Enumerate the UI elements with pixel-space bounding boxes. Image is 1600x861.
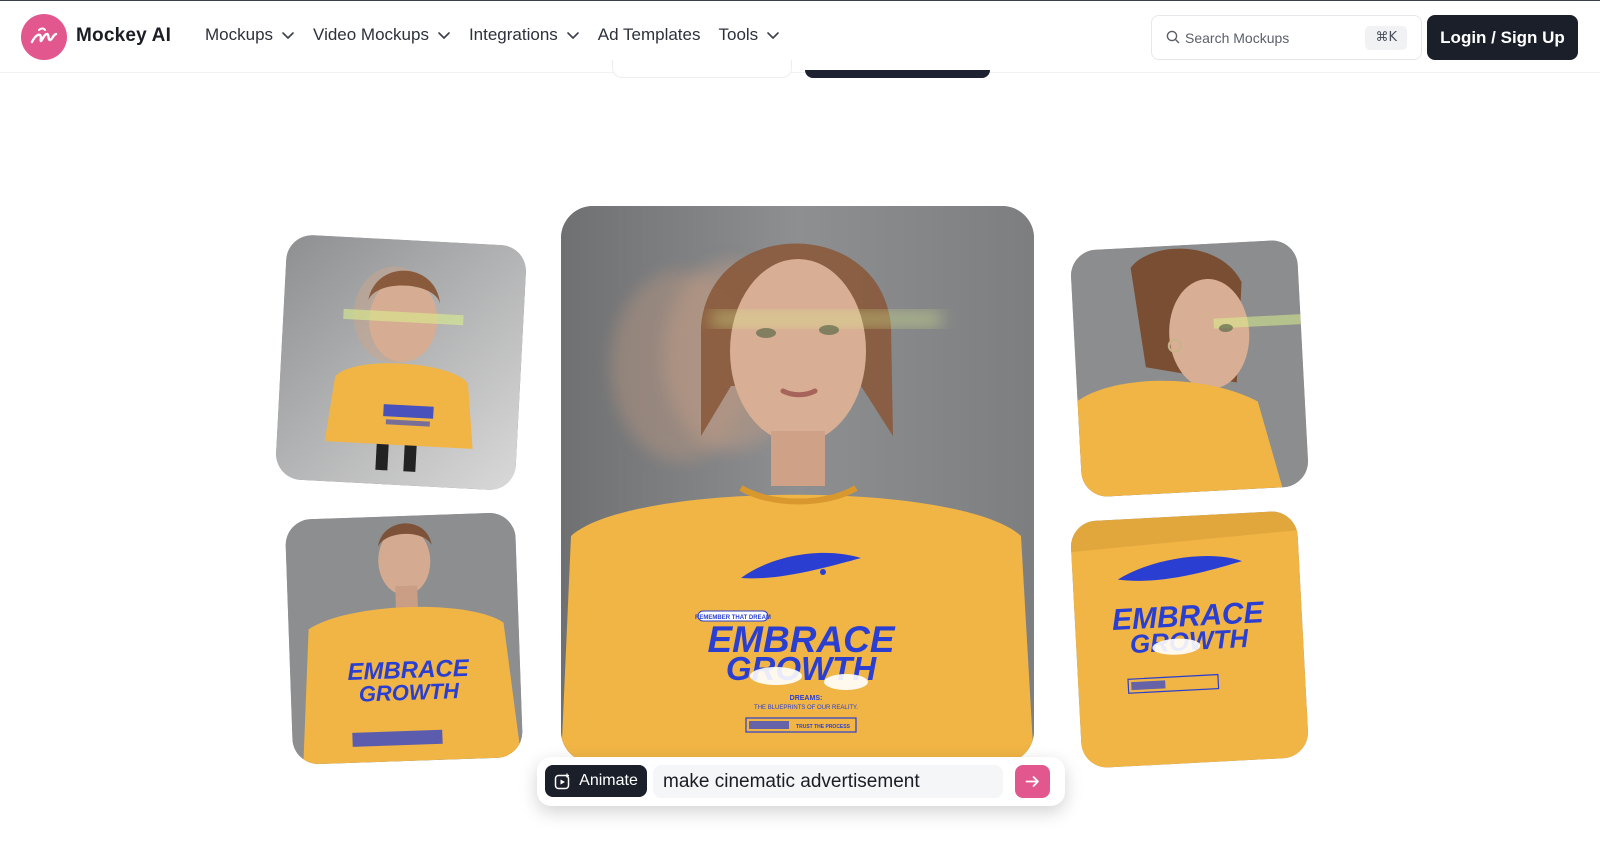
main-nav: Mockups Video Mockups Integrations Ad Te… [205, 25, 798, 45]
shirt-print-line2: GROWTH [358, 678, 460, 707]
nav-tools-label: Tools [718, 25, 759, 44]
search-icon [1166, 30, 1180, 44]
send-prompt-button[interactable] [1015, 765, 1050, 798]
shirt-print-badge: TRUST THE PROCESS [796, 724, 851, 730]
mockup-photo-top-right[interactable] [1069, 239, 1310, 498]
search-shortcut-badge: ⌘K [1365, 26, 1407, 50]
animate-icon [554, 772, 571, 790]
nav-video-mockups[interactable]: Video Mockups [313, 25, 451, 45]
animate-prompt-input[interactable] [653, 765, 1003, 798]
search-box[interactable]: ⌘K [1151, 15, 1422, 60]
nav-ad-templates[interactable]: Ad Templates [598, 25, 701, 45]
mockey-logo-icon[interactable] [21, 14, 67, 60]
nav-mockups-label: Mockups [205, 25, 274, 44]
arrow-right-icon [1025, 776, 1039, 787]
animate-button-label: Animate [579, 772, 638, 789]
animate-prompt-bar: Animate [537, 757, 1065, 806]
site-header: Mockey AI Mockups Video Mockups Integrat… [0, 1, 1600, 73]
brand-name[interactable]: Mockey AI [76, 25, 171, 47]
mockup-photo-bottom-right[interactable]: EMBRACE GROWTH [1069, 510, 1310, 769]
hero-secondary-button-edge[interactable] [612, 60, 792, 78]
mockup-photo-top-left[interactable] [274, 233, 528, 492]
nav-ad-templates-label: Ad Templates [597, 25, 701, 44]
shirt-print-sub1: DREAMS: [790, 695, 823, 702]
nav-integrations[interactable]: Integrations [469, 25, 580, 45]
chevron-down-icon [438, 32, 450, 39]
nav-mockups[interactable]: Mockups [205, 25, 295, 45]
mockup-photo-bottom-left[interactable]: EMBRACE GROWTH [284, 512, 524, 765]
chevron-down-icon [566, 32, 579, 39]
hero-primary-button-edge[interactable] [805, 70, 990, 78]
search-input[interactable] [1185, 26, 1355, 50]
nav-video-mockups-label: Video Mockups [313, 25, 429, 44]
nav-integrations-label: Integrations [468, 25, 558, 44]
nav-tools[interactable]: Tools [719, 25, 781, 45]
chevron-down-icon [767, 32, 779, 39]
animate-button[interactable]: Animate [545, 765, 647, 797]
chevron-down-icon [282, 32, 294, 39]
shirt-print-sub2: THE BLUEPRINTS OF OUR REALITY. [754, 705, 858, 711]
mockup-photo-main[interactable]: REMEMBER THAT DREAM EMBRACE GROWTH DREAM… [561, 206, 1034, 763]
login-signup-button[interactable]: Login / Sign Up [1427, 15, 1578, 60]
